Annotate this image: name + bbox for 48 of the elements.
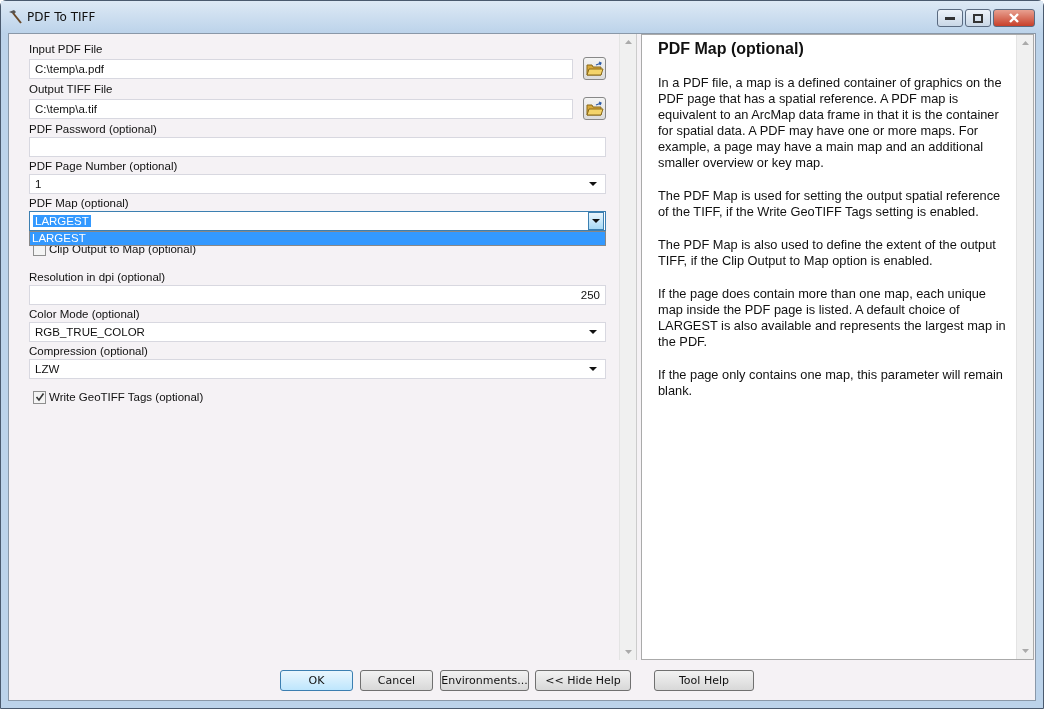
maximize-button[interactable] [965,9,991,27]
help-paragraph: The PDF Map is also used to define the extent of the output TIFF, if the Clip Output to Map option is enabled. [658,237,997,269]
minimize-button[interactable] [937,9,963,27]
scroll-down-icon[interactable] [1021,649,1029,653]
help-title: PDF Map (optional) [658,41,805,57]
dialog-button[interactable]: Tool Help [654,669,754,691]
help-paragraph: In a PDF file, a map is a defined container of graphics on the PDF page that has a spatial reference. A PDF map is equivalent to an ArcMap data frame in that it is the container for spatial data. A PDF may have one or more maps. For example, a page may have a main map and an additional smaller overview or key map. [658,75,1003,171]
field-label: PDF Page Number (optional) [29,160,179,174]
field-label: Output TIFF File [29,83,114,97]
dropdown-field[interactable]: RGB_TRUE_COLOR [29,322,606,342]
field-label: Input PDF File [29,43,104,57]
help-paragraph: If the page only contains one map, this parameter will remain blank. [658,367,1004,399]
input-field[interactable]: C:\temp\a.tif [29,98,573,119]
close-button[interactable] [993,9,1035,27]
field-label: Color Mode (optional) [29,308,141,322]
dialog-button[interactable]: OK [280,669,353,691]
checkbox-label: Write GeoTIFF Tags (optional) [49,391,204,403]
scrollbar[interactable] [1016,35,1033,659]
maximize-icon [973,13,983,23]
field-label: PDF Map (optional) [29,197,130,211]
input-field[interactable]: C:\temp\a.pdf [29,58,573,79]
scroll-down-icon[interactable] [624,650,632,654]
scroll-up-icon[interactable] [624,40,632,44]
dropdown-arrow-icon [592,218,600,224]
scroll-up-icon[interactable] [1021,41,1029,45]
dropdown-arrow-icon [589,181,597,187]
dialog-button[interactable]: Cancel [360,669,433,691]
input-field[interactable]: 250 [29,285,606,305]
hammer-icon [7,9,23,25]
help-paragraph: The PDF Map is used for setting the output spatial reference of the TIFF, if the Write GeoTIFF Tags setting is enabled. [658,188,1002,220]
dropdown-field[interactable]: 1 [29,174,606,194]
checkbox[interactable] [33,390,46,404]
browse-button[interactable] [583,57,606,80]
scrollbar[interactable] [619,34,636,660]
input-field[interactable] [29,137,606,157]
dialog-button[interactable]: Environments... [440,669,529,691]
help-paragraph: If the page does contain more than one map, each unique map inside the PDF page is listed. A default choice of LARGEST is also available and represents the largest map in the PDF. [658,286,1006,350]
window-title: PDF To TIFF [27,10,97,24]
field-label: Compression (optional) [29,345,149,359]
dropdown-field[interactable]: LZW [29,359,606,379]
minimize-icon [945,16,955,20]
field-label: PDF Password (optional) [29,123,158,137]
dropdown-arrow-icon [589,329,597,335]
dialog-button[interactable]: << Hide Help [535,669,631,691]
browse-button[interactable] [583,97,606,120]
field-label: Resolution in dpi (optional) [29,271,167,285]
dropdown-arrow-icon [589,366,597,372]
close-icon [1008,13,1020,23]
